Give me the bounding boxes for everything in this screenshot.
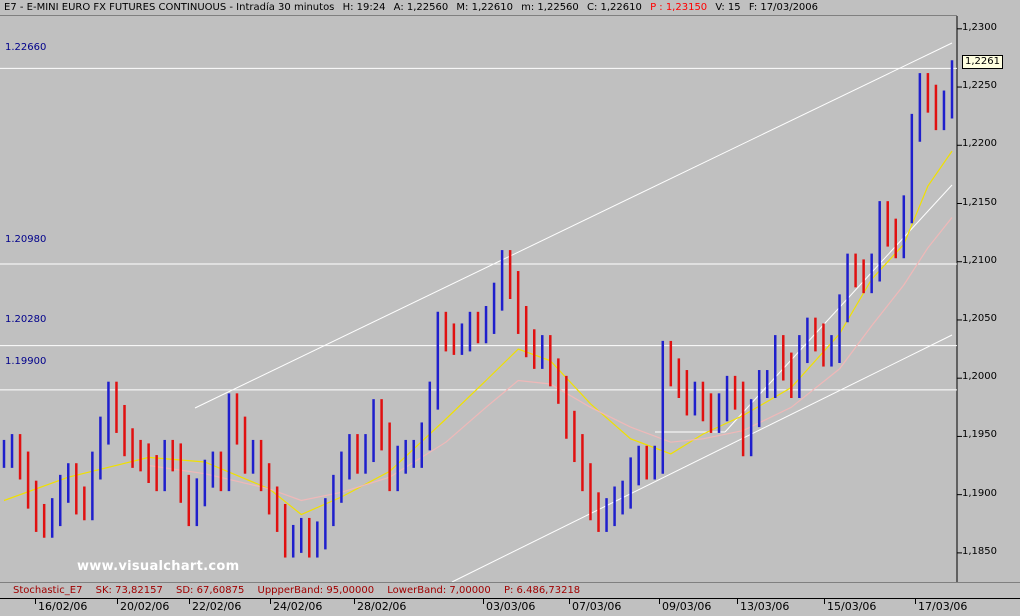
header-date: F: 17/03/2006 — [748, 2, 819, 13]
x-tick — [659, 599, 660, 604]
x-tick — [270, 599, 271, 604]
y-tick-label: 1,2300 — [962, 21, 997, 33]
indicator-name: Stochastic_E7 — [13, 585, 83, 596]
y-tick-label: 1,1950 — [962, 429, 997, 441]
header-high: M: 1,22610 — [456, 2, 513, 13]
x-tick — [824, 599, 825, 604]
price-chart[interactable] — [0, 0, 1020, 615]
y-tick-label: 1,2100 — [962, 254, 997, 266]
y-tick-label: 1,2200 — [962, 138, 997, 150]
level-label: 1.19900 — [5, 356, 47, 367]
x-tick — [189, 599, 190, 604]
header-low: m: 1,22560 — [521, 2, 579, 13]
level-label: 1.20280 — [5, 314, 47, 325]
x-tick-label: 17/03/06 — [918, 600, 968, 613]
x-tick-label: 28/02/06 — [357, 600, 407, 613]
x-tick-label: 03/03/06 — [486, 600, 536, 613]
x-tick-label: 16/02/06 — [38, 600, 88, 613]
header-close: C: 1,22610 — [586, 2, 642, 13]
indicator-sd: SD: 67,60875 — [176, 585, 245, 596]
current-price-box: 1,2261 — [962, 55, 1003, 69]
watermark: www.visualchart.com — [77, 559, 240, 574]
indicator-upper: UppperBand: 95,00000 — [257, 585, 375, 596]
x-tick — [117, 599, 118, 604]
x-tick-label: 20/02/06 — [120, 600, 170, 613]
x-tick-label: 07/03/06 — [572, 600, 622, 613]
level-label: 1.20980 — [5, 234, 47, 245]
indicator-lower: LowerBand: 7,00000 — [387, 585, 491, 596]
header-open: A: 1,22560 — [393, 2, 449, 13]
indicator-sk: SK: 73,82157 — [95, 585, 163, 596]
level-label: 1.22660 — [5, 42, 47, 53]
header-volume: V: 15 — [715, 2, 741, 13]
chart-window: E7 - E-MINI EURO FX FUTURES CONTINUOUS -… — [0, 0, 1020, 616]
y-tick-label: 1,2250 — [962, 80, 997, 92]
x-tick — [569, 599, 570, 604]
x-tick-label: 24/02/06 — [273, 600, 323, 613]
y-tick-label: 1,1900 — [962, 487, 997, 499]
header-time: H: 19:24 — [342, 2, 386, 13]
x-tick — [35, 599, 36, 604]
y-tick-label: 1,1850 — [962, 545, 997, 557]
indicator-p: P: 6.486,73218 — [503, 585, 581, 596]
y-tick-label: 1,2150 — [962, 196, 997, 208]
x-tick — [483, 599, 484, 604]
indicator-bar: Stochastic_E7 SK: 73,82157 SD: 67,60875 … — [0, 582, 1020, 598]
x-tick — [737, 599, 738, 604]
x-tick — [915, 599, 916, 604]
x-tick-label: 15/03/06 — [827, 600, 877, 613]
x-tick — [354, 599, 355, 604]
x-tick-label: 22/02/06 — [192, 600, 242, 613]
x-tick-label: 13/03/06 — [740, 600, 790, 613]
x-tick-label: 09/03/06 — [662, 600, 712, 613]
header-symbol: E7 - E-MINI EURO FX FUTURES CONTINUOUS -… — [4, 2, 335, 13]
chart-header: E7 - E-MINI EURO FX FUTURES CONTINUOUS -… — [0, 0, 957, 16]
header-prev: P : 1,23150 — [650, 2, 708, 13]
y-tick-label: 1,2050 — [962, 312, 997, 324]
x-axis: 16/02/06 20/02/06 22/02/06 24/02/06 28/02/06… — [0, 598, 1020, 616]
y-tick-label: 1,2000 — [962, 371, 997, 383]
